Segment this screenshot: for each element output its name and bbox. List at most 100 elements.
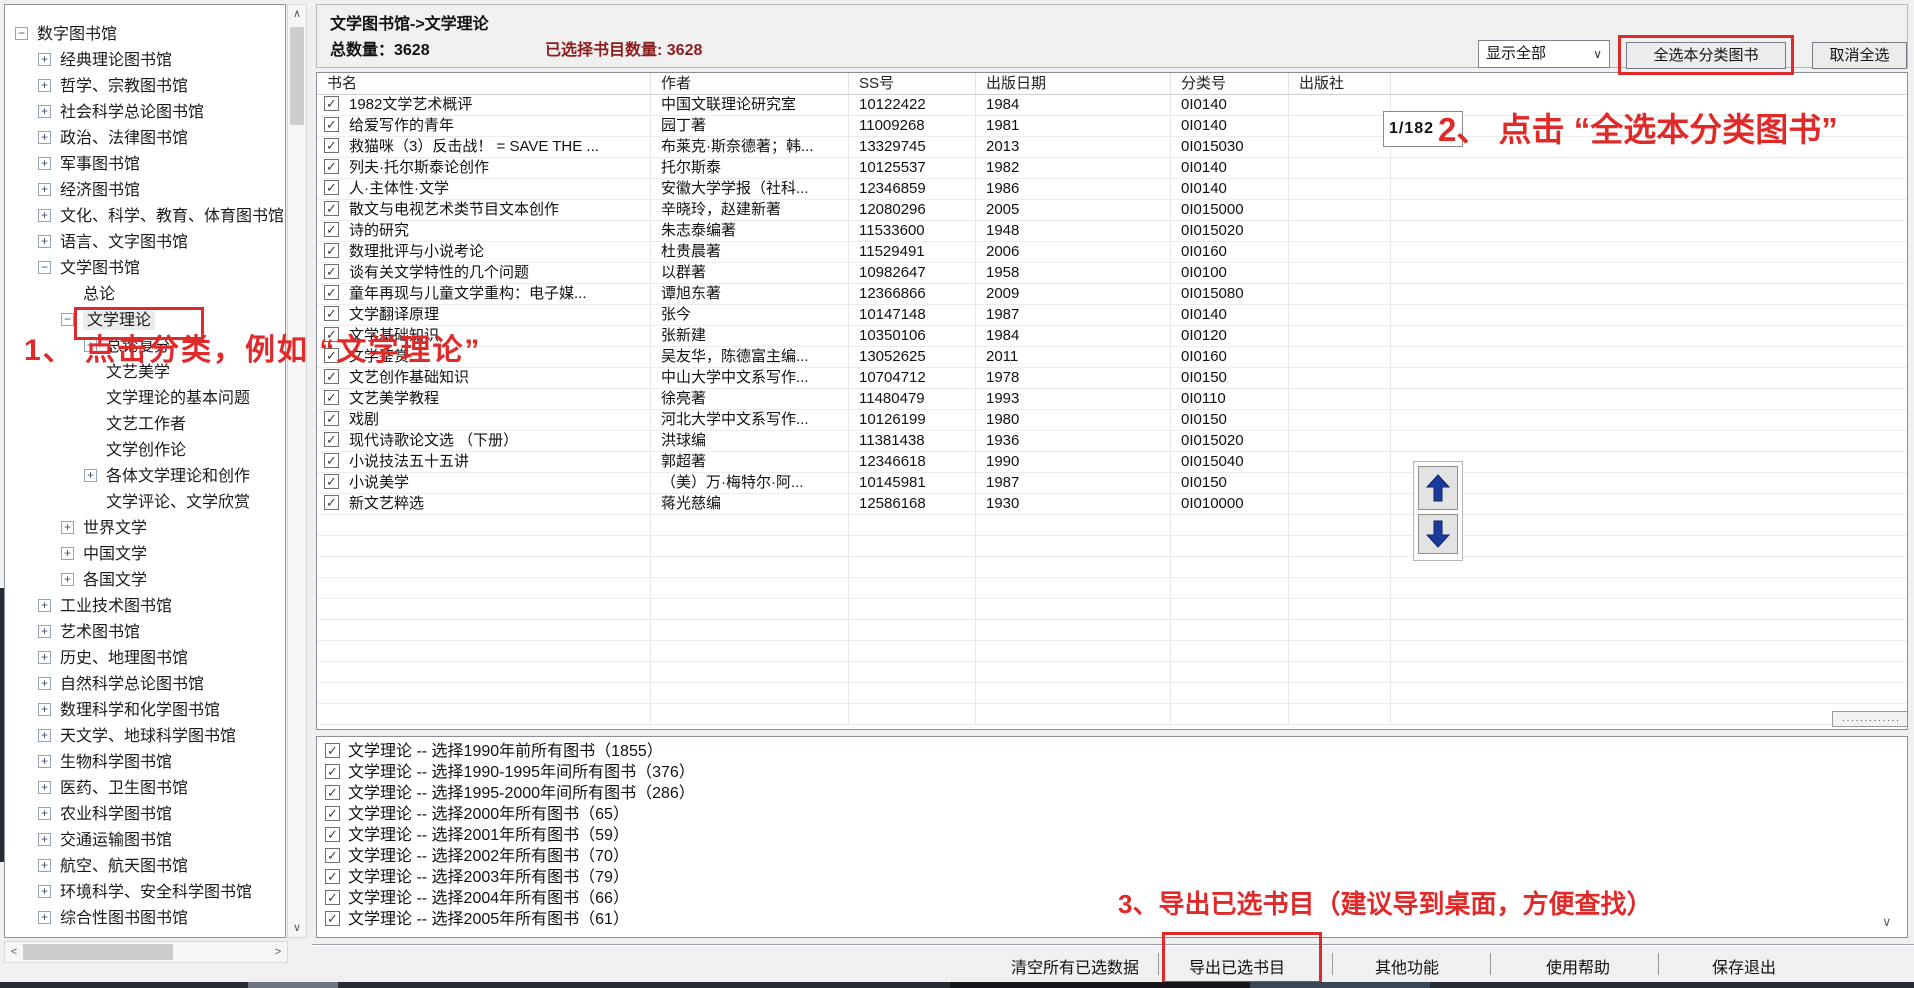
row-checkbox[interactable]: ✓ (324, 285, 339, 300)
expand-icon[interactable]: + (38, 625, 51, 638)
selection-list-item[interactable]: ✓文学理论 -- 选择2004年所有图书（66） (325, 888, 1907, 909)
collapse-icon[interactable]: − (38, 261, 51, 274)
row-checkbox[interactable]: ✓ (324, 474, 339, 489)
expand-icon[interactable]: + (38, 807, 51, 820)
table-row[interactable]: ✓文学鉴赏吴友华，陈德富主编...1305262520110I0160 (317, 347, 1907, 368)
table-row[interactable]: ✓散文与电视艺术类节目文本创作辛晓玲，赵建新著1208029620050I015… (317, 200, 1907, 221)
expand-icon[interactable]: + (38, 53, 51, 66)
selection-checkbox[interactable]: ✓ (325, 911, 340, 926)
save-exit-button[interactable]: 保存退出 (1712, 954, 1776, 978)
expand-icon[interactable]: + (38, 729, 51, 742)
table-row[interactable]: ✓戏剧河北大学中文系写作...1012619919800I0150 (317, 410, 1907, 431)
row-checkbox[interactable]: ✓ (324, 222, 339, 237)
row-checkbox[interactable]: ✓ (324, 117, 339, 132)
move-up-button[interactable] (1418, 466, 1458, 510)
row-checkbox[interactable]: ✓ (324, 201, 339, 216)
expand-icon[interactable]: + (84, 469, 97, 482)
row-checkbox[interactable]: ✓ (324, 495, 339, 510)
table-row[interactable]: ✓文艺美学教程徐亮著1148047919930I0110 (317, 389, 1907, 410)
tree-item[interactable]: +文化、科学、教育、体育图书馆 (5, 204, 285, 230)
tree-item[interactable]: +各体文学理论和创作 (5, 464, 285, 490)
expand-icon[interactable]: + (38, 677, 51, 690)
tree-item[interactable]: +世界文学 (5, 516, 285, 542)
selection-list-item[interactable]: ✓文学理论 -- 选择2003年所有图书（79） (325, 867, 1907, 888)
row-checkbox[interactable]: ✓ (324, 96, 339, 111)
column-header[interactable]: 出版日期 (976, 73, 1171, 94)
expand-icon[interactable]: + (38, 651, 51, 664)
selection-list-item[interactable]: ✓文学理论 -- 选择2002年所有图书（70） (325, 846, 1907, 867)
expand-icon[interactable]: + (61, 573, 74, 586)
table-row[interactable]: ✓谈有关文学特性的几个问题以群著1098264719580I0100 (317, 263, 1907, 284)
expand-icon[interactable]: + (38, 157, 51, 170)
row-checkbox[interactable]: ✓ (324, 453, 339, 468)
row-checkbox[interactable]: ✓ (324, 264, 339, 279)
tree-item[interactable]: +医药、卫生图书馆 (5, 776, 285, 802)
tree-item[interactable]: −文学图书馆 (5, 256, 285, 282)
selection-list-item[interactable]: ✓文学理论 -- 选择2005年所有图书（61） (325, 909, 1907, 930)
expand-icon[interactable]: + (38, 859, 51, 872)
expand-icon[interactable]: + (38, 781, 51, 794)
expand-icon[interactable]: + (38, 885, 51, 898)
row-checkbox[interactable]: ✓ (324, 243, 339, 258)
selection-checkbox[interactable]: ✓ (325, 869, 340, 884)
expand-icon[interactable]: + (38, 703, 51, 716)
tree-vscroll-thumb[interactable] (290, 27, 304, 125)
tree-item[interactable]: +哲学、宗教图书馆 (5, 74, 285, 100)
tree-item[interactable]: −数字图书馆 (5, 22, 285, 48)
selection-list-item[interactable]: ✓文学理论 -- 选择1990年前所有图书（1855） (325, 741, 1907, 762)
tree-item[interactable]: +社会科学总论图书馆 (5, 100, 285, 126)
collapse-icon[interactable]: − (61, 313, 74, 326)
expand-icon[interactable]: + (38, 183, 51, 196)
tree-item[interactable]: +艺术图书馆 (5, 620, 285, 646)
table-row[interactable]: ✓数理批评与小说考论杜贵晨著1152949120060I0160 (317, 242, 1907, 263)
expand-icon[interactable]: + (38, 911, 51, 924)
tree-item[interactable]: +自然科学总论图书馆 (5, 672, 285, 698)
table-row[interactable]: ✓文学翻译原理张今1014714819870I0140 (317, 305, 1907, 326)
selection-checkbox[interactable]: ✓ (325, 785, 340, 800)
tree-item[interactable]: +各国文学 (5, 568, 285, 594)
table-row[interactable]: ✓列夫·托尔斯泰论创作托尔斯泰1012553719820I0140 (317, 158, 1907, 179)
clear-all-selected-button[interactable]: 清空所有已选数据 (1011, 954, 1139, 978)
other-functions-button[interactable]: 其他功能 (1375, 954, 1439, 978)
tree-item[interactable]: +军事图书馆 (5, 152, 285, 178)
expand-icon[interactable]: + (38, 833, 51, 846)
expand-icon[interactable]: + (38, 131, 51, 144)
expand-icon[interactable]: + (61, 547, 74, 560)
tree-vertical-scrollbar[interactable]: ∧ ∨ (287, 4, 307, 938)
selection-list-item[interactable]: ✓文学理论 -- 选择2000年所有图书（65） (325, 804, 1907, 825)
table-corner-button[interactable]: ............. (1832, 711, 1908, 727)
column-header[interactable]: 出版社 (1289, 73, 1391, 94)
scroll-left-arrow-icon[interactable]: < (5, 943, 23, 961)
column-header[interactable]: SS号 (849, 73, 976, 94)
collapse-icon[interactable]: − (15, 27, 28, 40)
tree-item[interactable]: 文学创作论 (5, 438, 285, 464)
tree-item[interactable]: +数理科学和化学图书馆 (5, 698, 285, 724)
tree-item[interactable]: +经典理论图书馆 (5, 48, 285, 74)
row-checkbox[interactable]: ✓ (324, 411, 339, 426)
expand-icon[interactable]: + (38, 755, 51, 768)
display-filter-dropdown[interactable]: 显示全部 ∨ (1478, 40, 1610, 68)
tree-item[interactable]: 文学理论的基本问题 (5, 386, 285, 412)
help-button[interactable]: 使用帮助 (1546, 954, 1610, 978)
tree-item[interactable]: +经济图书馆 (5, 178, 285, 204)
expand-icon[interactable]: + (38, 79, 51, 92)
scroll-up-arrow-icon[interactable]: ∧ (288, 5, 306, 23)
row-checkbox[interactable]: ✓ (324, 390, 339, 405)
tree-item[interactable]: 文学评论、文学欣赏 (5, 490, 285, 516)
tree-horizontal-scrollbar[interactable]: < > (4, 941, 288, 963)
table-row[interactable]: ✓诗的研究朱志泰编著1153360019480I015020 (317, 221, 1907, 242)
tree-item[interactable]: +历史、地理图书馆 (5, 646, 285, 672)
selection-list-item[interactable]: ✓文学理论 -- 选择2001年所有图书（59） (325, 825, 1907, 846)
tree-item[interactable]: +农业科学图书馆 (5, 802, 285, 828)
tree-item[interactable]: +航空、航天图书馆 (5, 854, 285, 880)
table-row[interactable]: ✓人·主体性·文学安徽大学学报（社科...1234685919860I0140 (317, 179, 1907, 200)
tree-hscroll-thumb[interactable] (23, 944, 173, 960)
table-row[interactable]: ✓小说美学（美）万·梅特尔·阿...1014598119870I0150 (317, 473, 1907, 494)
selection-checkbox[interactable]: ✓ (325, 806, 340, 821)
scroll-right-arrow-icon[interactable]: > (269, 943, 287, 961)
tree-item[interactable]: +综合性图书图书馆 (5, 906, 285, 932)
table-row[interactable]: ✓文艺创作基础知识中山大学中文系写作...1070471219780I0150 (317, 368, 1907, 389)
tree-item[interactable]: 文艺工作者 (5, 412, 285, 438)
tree-item[interactable]: +工业技术图书馆 (5, 594, 285, 620)
row-checkbox[interactable]: ✓ (324, 159, 339, 174)
